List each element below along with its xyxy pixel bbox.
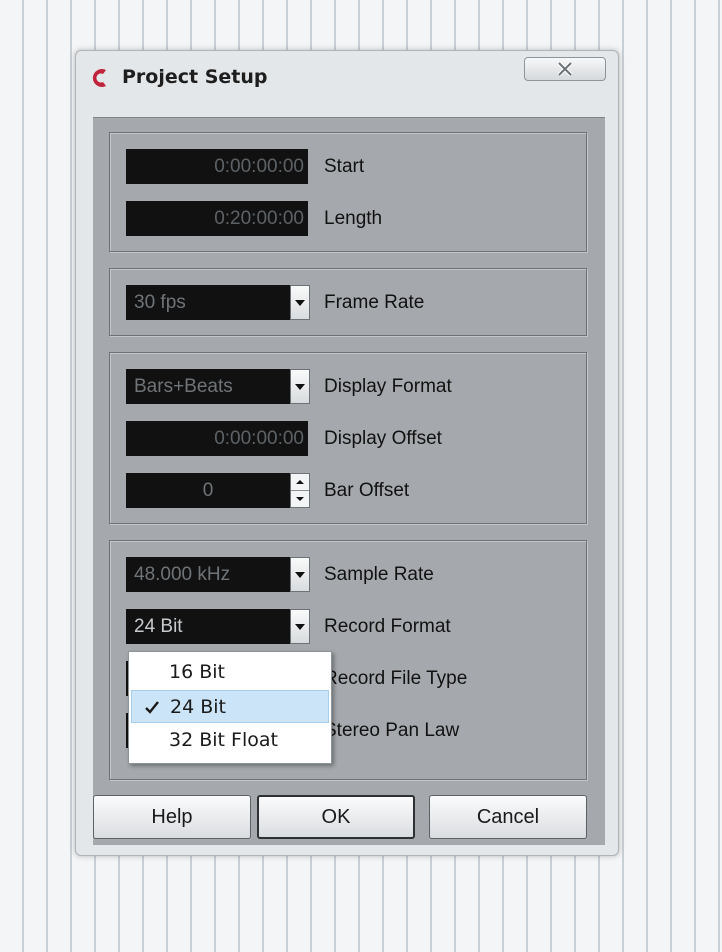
sample-rate-label: Sample Rate [324,564,434,585]
close-icon [557,62,573,76]
checkmark-icon [145,701,159,714]
help-button[interactable]: Help [93,795,251,839]
menu-option-32-bit-float[interactable]: 32 Bit Float [131,724,329,757]
frame-rate-label: Frame Rate [324,292,425,313]
chevron-down-icon [295,383,305,390]
menu-option-label: 24 Bit [170,696,226,718]
stepper-up-icon[interactable] [291,474,309,491]
close-button[interactable] [524,57,606,81]
cancel-button[interactable]: Cancel [429,795,587,839]
frame-rate-group: 30 fps Frame Rate [109,268,587,336]
menu-option-16-bit[interactable]: 16 Bit [131,656,329,689]
chevron-down-icon [295,623,305,630]
length-field[interactable]: 0:20:00:00 [126,201,308,236]
record-file-type-label: Record File Type [324,668,468,689]
start-label: Start [324,156,365,177]
sample-rate-select[interactable]: 48.000 kHz [126,557,290,592]
frame-rate-dropdown-button[interactable] [290,285,310,320]
cubase-logo-icon [92,69,106,87]
record-format-label: Record Format [324,616,451,637]
display-offset-label: Display Offset [324,428,442,449]
display-format-dropdown-button[interactable] [290,369,310,404]
frame-rate-select[interactable]: 30 fps [126,285,290,320]
display-format-select[interactable]: Bars+Beats [126,369,290,404]
chevron-down-icon [295,299,305,306]
length-label: Length [324,208,383,229]
stereo-pan-law-label: Stereo Pan Law [324,720,460,741]
record-format-menu: 16 Bit 24 Bit 32 Bit Float [128,651,332,764]
display-offset-field[interactable]: 0:00:00:00 [126,421,308,456]
display-format-label: Display Format [324,376,452,397]
record-format-select[interactable]: 24 Bit [126,609,290,644]
timing-group: 0:00:00:00 Start 0:20:00:00 Length [109,132,587,252]
menu-option-24-bit[interactable]: 24 Bit [131,690,329,723]
bar-offset-label: Bar Offset [324,480,410,501]
bar-offset-stepper[interactable] [290,473,310,508]
stepper-down-icon[interactable] [291,491,309,507]
chevron-down-icon [295,571,305,578]
sample-rate-dropdown-button[interactable] [290,557,310,592]
dialog-title: Project Setup [122,66,268,88]
bar-offset-field[interactable]: 0 [126,473,290,508]
start-field[interactable]: 0:00:00:00 [126,149,308,184]
ok-button[interactable]: OK [257,795,415,839]
record-format-dropdown-button[interactable] [290,609,310,644]
display-group: Bars+Beats Display Format 0:00:00:00 Dis… [109,352,587,524]
